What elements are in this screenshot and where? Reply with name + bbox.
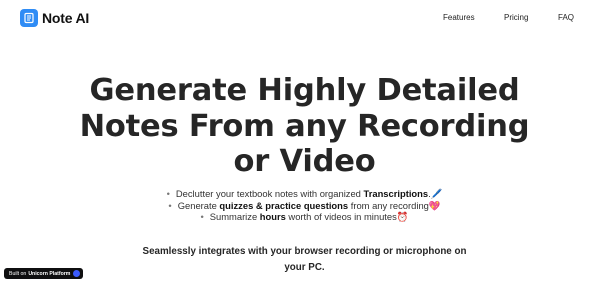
nav-link-pricing[interactable]: Pricing: [504, 13, 528, 22]
feature-item: • Generate quizzes & practice questions f…: [168, 199, 441, 211]
hero-title: Generate Highly Detailed Notes From any …: [0, 73, 609, 180]
brand-name: Note AI: [42, 10, 90, 26]
hero-title-line: Generate Highly Detailed: [89, 73, 520, 108]
pen-emoji-icon: 🖊️: [430, 188, 443, 199]
hero-title-line: Notes From any Recording: [79, 108, 530, 144]
feature-item: • Declutter your textbook notes with orga…: [166, 188, 443, 199]
top-nav: Note AI Features Pricing FAQ: [0, 0, 609, 36]
subheading-line: Seamlessly integrates with your browser …: [142, 246, 467, 257]
unicorn-platform-icon: [73, 270, 81, 277]
heart-emoji-icon: 💖: [428, 199, 441, 211]
subheading-line: your PC.: [284, 261, 325, 273]
bullet-icon: •: [168, 199, 172, 211]
nav-link-features[interactable]: Features: [443, 13, 475, 22]
hero-title-line: or Video: [233, 144, 376, 179]
note-book-icon: [20, 9, 38, 27]
nav-link-faq[interactable]: FAQ: [558, 13, 574, 22]
badge-platform: Unicorn Platform: [28, 270, 71, 277]
alarm-clock-emoji-icon: ⏰: [396, 211, 409, 222]
brand-logo[interactable]: Note AI: [20, 8, 89, 28]
hero-subheading: Seamlessly integrates with your browser …: [0, 244, 609, 275]
bullet-icon: •: [200, 211, 204, 222]
feature-item: • Summarize hours worth of videos in minu…: [200, 211, 409, 222]
badge-prefix: Built on: [9, 270, 27, 277]
bullet-icon: •: [166, 188, 170, 199]
feature-list: • Declutter your textbook notes with orga…: [0, 188, 609, 223]
built-on-badge[interactable]: Built on Unicorn Platform: [4, 268, 84, 279]
